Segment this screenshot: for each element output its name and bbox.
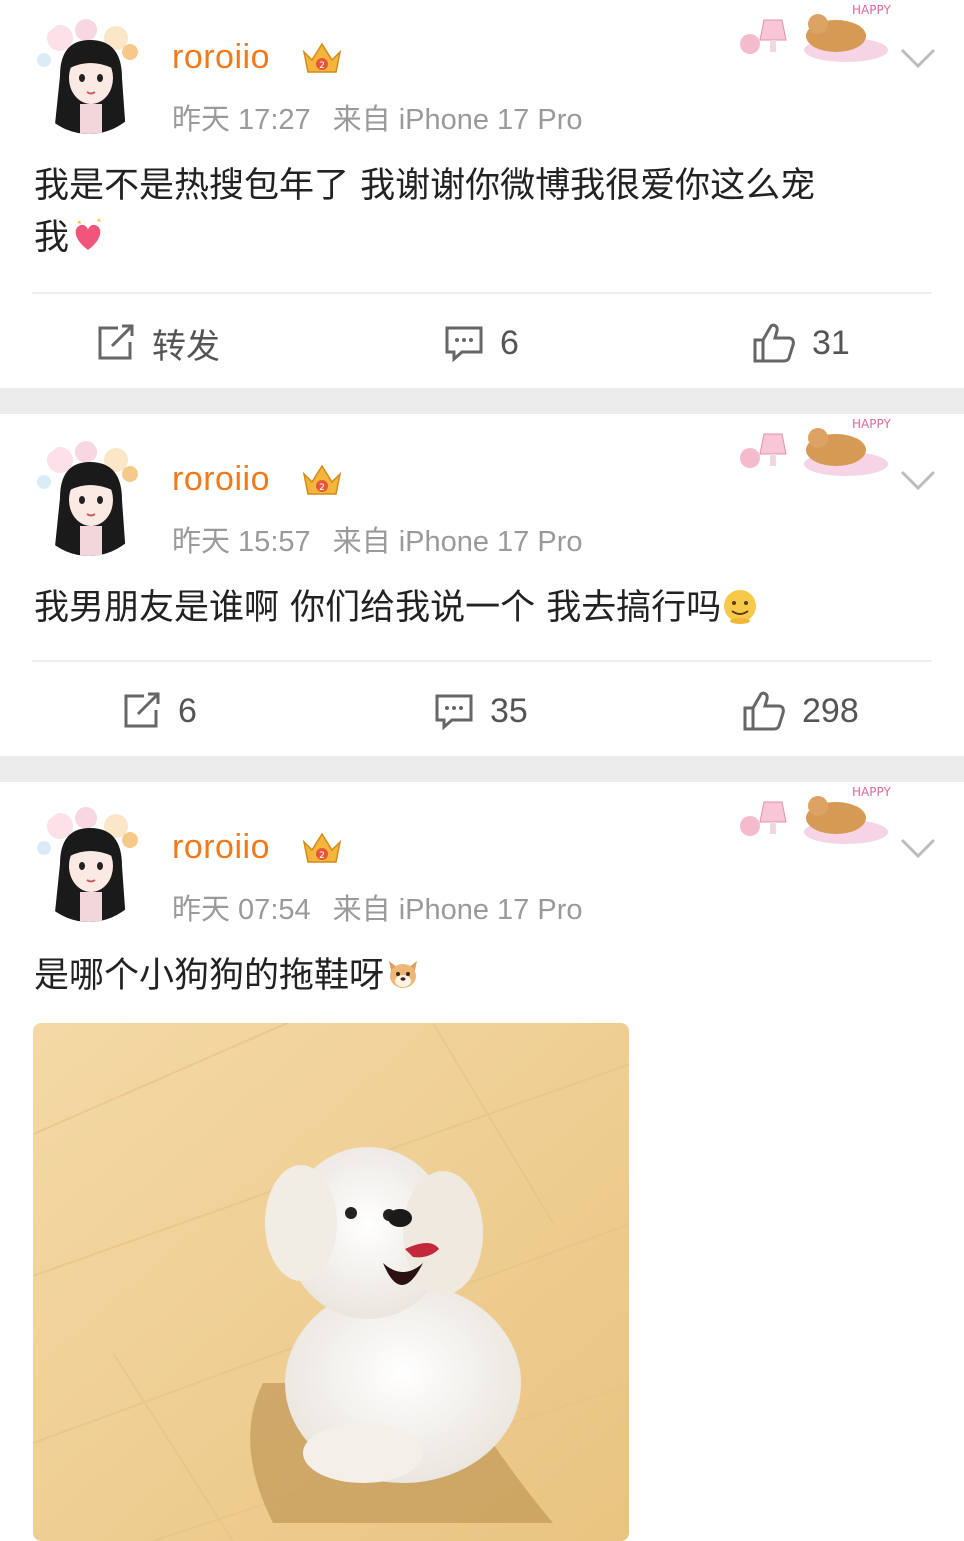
like-count: 31 (812, 323, 850, 362)
happy-text: HAPPY (852, 3, 891, 17)
post-time: 昨天 07:54 (172, 894, 311, 926)
avatar[interactable] (30, 16, 148, 134)
svg-text:2: 2 (319, 483, 325, 493)
username[interactable]: roroiio (172, 38, 270, 77)
post-separator (0, 756, 964, 782)
comment-count: 6 (500, 323, 519, 362)
post-meta: 昨天 15:57 来自 iPhone 17 Pro (172, 518, 583, 560)
repost-button[interactable]: 转发 (96, 318, 220, 368)
post-text-line: 是哪个小狗狗的拖鞋呀 (34, 950, 930, 1002)
post-source: 来自 iPhone 17 Pro (332, 526, 583, 558)
smile-emoji-icon (724, 590, 757, 624)
avatar[interactable] (30, 804, 148, 922)
post-text: 是哪个小狗狗的拖鞋呀 (34, 950, 930, 1002)
post-separator (0, 388, 964, 414)
username[interactable]: roroiio (172, 460, 270, 499)
repost-icon (98, 324, 134, 360)
comment-count: 35 (490, 691, 528, 730)
post-text-line: 我是不是热搜包年了 我谢谢你微博我很爱你这么宠 (34, 166, 816, 206)
happy-text: HAPPY (852, 417, 891, 431)
repost-count: 6 (178, 691, 197, 730)
repost-button[interactable]: 6 (122, 686, 197, 736)
divider (32, 292, 932, 294)
post-source: 来自 iPhone 17 Pro (332, 104, 583, 136)
like-button[interactable]: 31 (752, 318, 850, 368)
comment-icon (435, 694, 473, 730)
vip-crown-icon: 2 (302, 464, 342, 495)
comment-icon (445, 326, 483, 362)
like-count: 298 (802, 691, 859, 730)
post-source: 来自 iPhone 17 Pro (332, 894, 583, 926)
svg-text:2: 2 (319, 851, 325, 861)
comment-button[interactable]: 6 (444, 318, 519, 368)
chevron-down-icon[interactable] (898, 46, 938, 70)
vip-crown-icon: 2 (302, 42, 342, 73)
happy-sticker-decoration: HAPPY (740, 3, 891, 62)
post-text: 我男朋友是谁啊 你们给我说一个 我去搞行吗 (34, 582, 930, 634)
post-2: roroiio 2 昨天 15:57 来自 iPhone 17 Pro HAPPY… (0, 414, 964, 756)
happy-sticker-decoration: HAPPY (740, 785, 891, 844)
vip-crown-icon: 2 (302, 832, 342, 863)
divider (32, 660, 932, 662)
happy-text: HAPPY (852, 785, 891, 799)
repost-icon (124, 692, 160, 728)
post-time: 昨天 17:27 (172, 104, 311, 136)
comment-button[interactable]: 35 (434, 686, 528, 736)
heart-emoji-icon (75, 218, 102, 250)
post-meta: 昨天 17:27 来自 iPhone 17 Pro (172, 96, 583, 138)
dog-emoji-icon (389, 961, 418, 988)
like-button[interactable]: 298 (742, 686, 859, 736)
post-time: 昨天 15:57 (172, 526, 311, 558)
chevron-down-icon[interactable] (898, 836, 938, 860)
happy-sticker-decoration: HAPPY (740, 417, 891, 476)
post-1: roroiio 2 昨天 17:27 来自 iPhone 17 Pro HAPPY… (0, 0, 964, 388)
repost-label: 转发 (152, 327, 220, 366)
username[interactable]: roroiio (172, 828, 270, 867)
post-text-line: 我男朋友是谁啊 你们给我说一个 我去搞行吗 (34, 582, 930, 634)
like-icon (743, 691, 785, 731)
like-icon (753, 323, 795, 363)
post-image-white-dog[interactable] (33, 1023, 629, 1541)
svg-text:2: 2 (319, 61, 325, 71)
post-meta: 昨天 07:54 来自 iPhone 17 Pro (172, 886, 583, 928)
avatar[interactable] (30, 438, 148, 556)
post-text: 我是不是热搜包年了 我谢谢你微博我很爱你这么宠 我 (34, 160, 930, 264)
chevron-down-icon[interactable] (898, 468, 938, 492)
post-text-line-2: 我 (34, 212, 930, 264)
